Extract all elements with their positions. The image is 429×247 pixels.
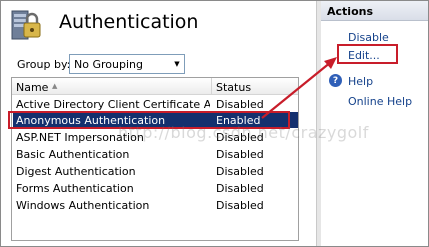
list-header: Name ▲ Status <box>12 78 298 95</box>
annotation-box-edit <box>337 44 398 64</box>
list-item[interactable]: Windows Authentication Disabled <box>13 197 298 213</box>
item-name: Digest Authentication <box>16 165 136 178</box>
list-item[interactable]: Active Directory Client Certificate Aut.… <box>13 96 298 112</box>
help-icon[interactable]: ? <box>329 74 342 87</box>
item-status: Disabled <box>216 165 264 178</box>
column-header-status[interactable]: Status <box>216 81 251 94</box>
watermark: http://blog.csdn.net/crazygolf <box>118 123 369 142</box>
item-status: Disabled <box>216 148 264 161</box>
item-name: Forms Authentication <box>16 182 134 195</box>
chevron-down-icon[interactable]: ▼ <box>170 55 184 73</box>
online-help-link[interactable]: Online Help <box>348 95 412 108</box>
actions-title: Actions <box>327 5 373 18</box>
group-by-label: Group by: <box>17 58 71 71</box>
server-lock-icon <box>11 10 41 40</box>
page-title: Authentication <box>59 11 199 33</box>
list-item[interactable]: Digest Authentication Disabled <box>13 163 298 179</box>
column-header-name[interactable]: Name <box>16 81 48 94</box>
item-name: Basic Authentication <box>16 148 130 161</box>
actions-header: Actions <box>321 1 428 21</box>
item-status: Disabled <box>216 182 264 195</box>
help-link[interactable]: Help <box>348 75 373 88</box>
column-separator[interactable] <box>211 78 212 95</box>
disable-link[interactable]: Disable <box>348 31 389 44</box>
item-status: Disabled <box>216 199 264 212</box>
sort-ascending-icon: ▲ <box>52 82 58 90</box>
item-name: Active Directory Client Certificate Aut.… <box>16 98 210 111</box>
list-item[interactable]: Forms Authentication Disabled <box>13 180 298 196</box>
group-by-select[interactable]: No Grouping ▼ <box>69 54 185 74</box>
item-name: Windows Authentication <box>16 199 150 212</box>
item-status: Disabled <box>216 98 264 111</box>
group-by-value: No Grouping <box>74 58 143 71</box>
authentication-list: Name ▲ Status Active Directory Client Ce… <box>11 77 299 241</box>
list-item[interactable]: Basic Authentication Disabled <box>13 146 298 162</box>
